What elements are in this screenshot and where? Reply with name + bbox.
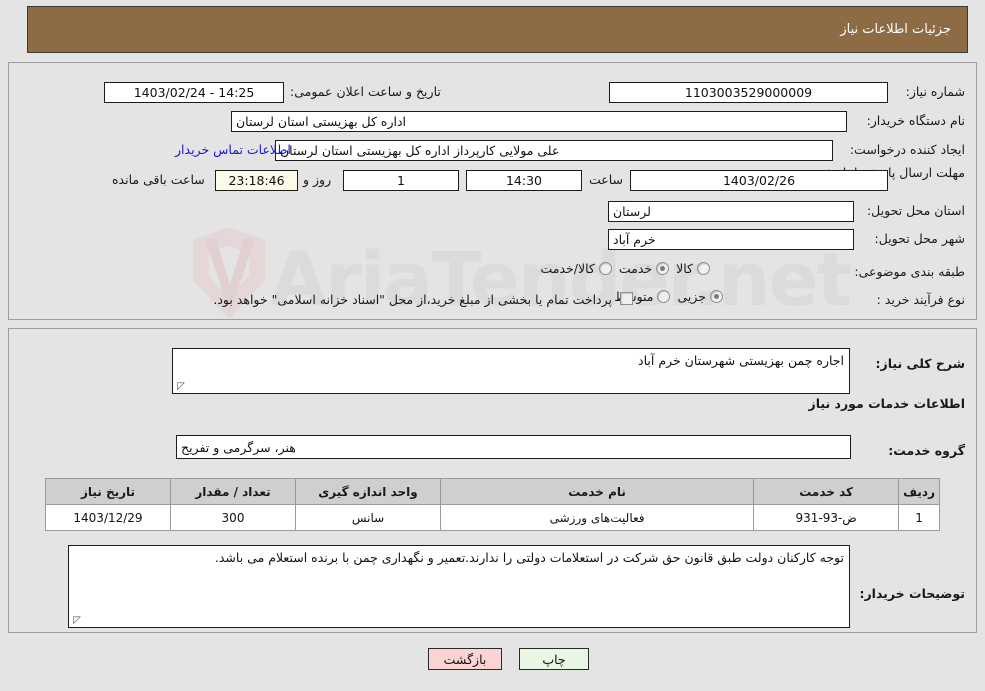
need-number-field[interactable]: 1103003529000009 <box>609 82 888 103</box>
remaining-clock-field: 23:18:46 <box>215 170 298 191</box>
requester-label: ایجاد کننده درخواست: <box>849 142 965 157</box>
need-number-label: شماره نیاز: <box>905 84 965 99</box>
process-option-jozii[interactable]: جزیی <box>677 289 723 304</box>
general-desc-label: شرح کلی نیاز: <box>875 356 965 371</box>
service-group-field[interactable]: هنر، سرگرمی و تفریح <box>176 435 851 459</box>
col-service-code: کد خدمت <box>753 478 900 505</box>
page-title-text: جزئیات اطلاعات نیاز <box>840 22 951 37</box>
col-row-no: ردیف <box>898 478 940 505</box>
cell-unit: سانس <box>295 504 441 531</box>
col-quantity: تعداد / مقدار <box>170 478 296 505</box>
deadline-time-field[interactable]: 14:30 <box>466 170 582 191</box>
deadline-hour-label: ساعت <box>589 172 624 187</box>
category-radio-group[interactable]: کالا خدمت کالا/خدمت <box>540 261 710 276</box>
delivery-city-field[interactable]: خرم آباد <box>608 229 854 250</box>
radio-selected-icon[interactable] <box>710 290 723 303</box>
page-root: AriaTender.net جزئیات اطلاعات نیاز شماره… <box>0 0 985 691</box>
resize-grip-icon[interactable]: ◸ <box>71 616 81 626</box>
resize-grip-icon[interactable]: ◸ <box>175 382 185 392</box>
remaining-days-label: روز و <box>303 172 332 187</box>
requester-field[interactable]: علی مولایی کارپرداز اداره کل بهزیستی است… <box>275 140 833 161</box>
remaining-clock-label: ساعت باقی مانده <box>112 172 205 187</box>
category-option-label: کالا <box>676 261 693 276</box>
category-option-label: کالا/خدمت <box>540 261 595 276</box>
radio-icon[interactable] <box>657 290 671 303</box>
category-option-label: خدمت <box>618 261 653 276</box>
delivery-province-field[interactable]: لرستان <box>608 201 854 222</box>
buyer-org-label: نام دستگاه خریدار: <box>866 113 965 128</box>
service-group-label: گروه خدمت: <box>888 443 965 458</box>
category-option-khedmat[interactable]: خدمت <box>618 261 670 276</box>
radio-icon[interactable] <box>598 262 612 275</box>
treasury-checkbox[interactable] <box>620 292 633 305</box>
buyer-contact-link[interactable]: اطلاعات تماس خریدار <box>175 142 291 157</box>
category-option-kala[interactable]: کالا <box>676 261 710 276</box>
buyer-notes-textarea[interactable]: توجه کارکنان دولت طبق قانون حق شرکت در ا… <box>68 545 850 628</box>
radio-selected-icon[interactable] <box>656 262 670 275</box>
remaining-days-field[interactable]: 1 <box>343 170 459 191</box>
print-button[interactable]: چاپ <box>519 648 589 670</box>
cell-row-no: 1 <box>898 504 940 531</box>
cell-service-code: ض-93-931 <box>753 504 900 531</box>
table-header-row: ردیف کد خدمت نام خدمت واحد اندازه گیری ت… <box>45 478 940 505</box>
category-option-kala-khedmat[interactable]: کالا/خدمت <box>540 261 612 276</box>
cell-service-name: فعالیت‌های ورزشی <box>439 504 755 531</box>
col-need-date: تاریخ نیاز <box>45 478 171 505</box>
cell-quantity: 300 <box>170 504 296 531</box>
page-title: جزئیات اطلاعات نیاز <box>27 6 968 53</box>
delivery-province-label: استان محل تحویل: <box>866 203 965 218</box>
services-section-title: اطلاعات خدمات مورد نیاز <box>808 396 966 411</box>
deadline-label: مهلت ارسال پاسخ: تا تاریخ: <box>821 164 965 182</box>
delivery-city-label: شهر محل تحویل: <box>874 231 965 246</box>
col-service-name: نام خدمت <box>439 478 755 505</box>
category-label: طبقه بندی موضوعی: <box>854 264 965 279</box>
process-option-label: جزیی <box>677 289 706 304</box>
process-type-label: نوع فرآیند خرید : <box>876 292 965 307</box>
general-desc-textarea[interactable]: اجاره چمن بهزیستی شهرستان خرم آباد ◸ <box>172 348 850 394</box>
public-announce-label: تاریخ و ساعت اعلان عمومی: <box>290 84 441 99</box>
back-button[interactable]: بازگشت <box>428 648 502 670</box>
services-table: ردیف کد خدمت نام خدمت واحد اندازه گیری ت… <box>45 478 940 531</box>
cell-need-date: 1403/12/29 <box>45 504 171 531</box>
deadline-date-field[interactable]: 1403/02/26 <box>630 170 888 191</box>
radio-icon[interactable] <box>697 262 710 275</box>
treasury-checkbox-label: پرداخت تمام یا بخشی از مبلغ خرید،از محل … <box>213 292 612 307</box>
general-desc-value: اجاره چمن بهزیستی شهرستان خرم آباد <box>638 353 844 368</box>
buyer-notes-value: توجه کارکنان دولت طبق قانون حق شرکت در ا… <box>214 550 844 565</box>
buyer-org-field[interactable]: اداره کل بهزیستی استان لرستان <box>231 111 847 132</box>
public-announce-field[interactable]: 14:25 - 1403/02/24 <box>104 82 284 103</box>
table-row: 1 ض-93-931 فعالیت‌های ورزشی سانس 300 140… <box>45 504 940 531</box>
buyer-notes-label: توضیحات خریدار: <box>859 586 965 601</box>
col-unit: واحد اندازه گیری <box>295 478 441 505</box>
